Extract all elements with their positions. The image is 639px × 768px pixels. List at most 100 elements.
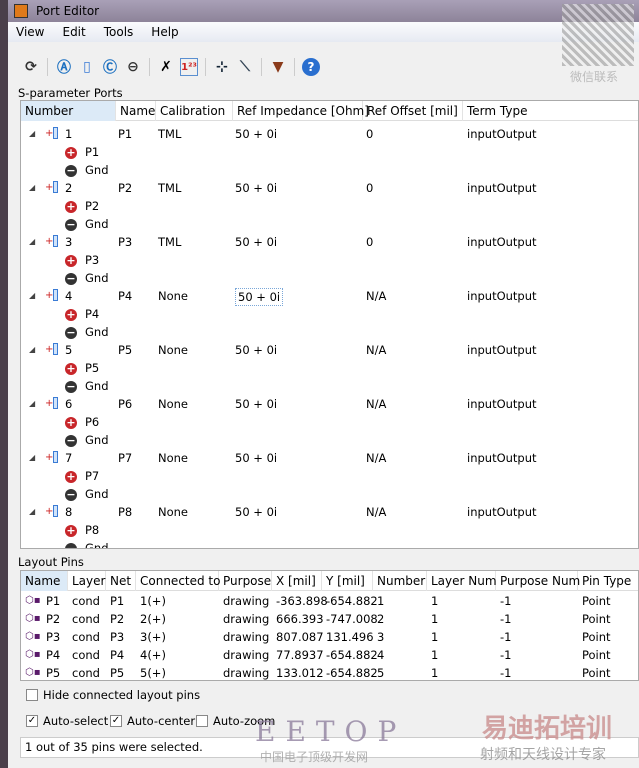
menu-edit[interactable]: Edit [54,25,95,39]
column-header-purpose-num[interactable]: Purpose Num [496,571,580,591]
table-row[interactable]: ⬡▪ P3 cond P3 3(+) drawing 807.087 131.496 3 1 -1 P… [21,628,638,646]
pin-cell: Point [582,612,611,626]
qr-watermark-text: 微信联系 [570,70,619,84]
separator [47,58,48,76]
checkbox-box[interactable]: ✓ [26,715,38,727]
column-header-number[interactable]: Number [373,571,427,591]
port-minus-terminal: − Gnd [21,161,638,179]
port-row[interactable]: ◢ +6 P6 None 50 + 0i N/A inputOutput [21,395,638,413]
pin-cell: drawing [223,612,270,626]
pin-cell: cond [72,630,100,644]
column-header-ref-offset-mil-[interactable]: Ref Offset [mil] [363,101,463,121]
expand-toggle-icon[interactable]: ◢ [29,449,35,467]
table-row[interactable]: ⬡▪ P5 cond P5 5(+) drawing 133.012 -654.882 5 1 -1… [21,664,638,680]
hide-connected-checkbox[interactable]: Hide connected layout pins [26,688,200,702]
auto-center-checkbox[interactable]: ✓ Auto-center [110,714,195,728]
checkbox-box[interactable]: ✓ [110,715,122,727]
pin-cell: 4(+) [140,648,166,662]
port-impedance: 50 + 0i [235,451,278,465]
pin-cell: drawing [223,630,270,644]
checkbox-box[interactable] [26,689,38,701]
port-row[interactable]: ◢ +3 P3 TML 50 + 0i 0 inputOutput [21,233,638,251]
port-offset: 0 [366,181,374,195]
renumber-icon[interactable]: 1²³ [180,58,198,76]
column-header-y-mil-[interactable]: Y [mil] [322,571,373,591]
port-name: P4 [118,289,133,303]
table-row[interactable]: ⬡▪ P1 cond P1 1(+) drawing -363.898 -654.882 1 1-… [21,592,638,610]
expand-toggle-icon[interactable]: ◢ [29,125,35,143]
port-impedance: 50 + 0i [235,343,278,357]
column-header-pin-type[interactable]: Pin Type [578,571,638,591]
menu-view[interactable]: View [8,25,54,39]
port-row[interactable]: ◢ +1 P1 TML 50 + 0i 0 inputOutput [21,125,638,143]
pin-cell: P3 [110,630,125,644]
add-pin-icon[interactable]: ⊹ [213,58,231,76]
eetop-watermark-sub: 中国电子顶级开发网 [260,750,369,764]
add-port-icon[interactable]: ▯ [78,58,96,76]
add-port-c-icon[interactable]: Ⓒ [101,58,119,76]
expand-toggle-icon[interactable]: ◢ [29,287,35,305]
add-port-a-icon[interactable]: Ⓐ [55,58,73,76]
sparam-ports-table[interactable]: Number Name Calibration Ref Impedance [Ohm]… [20,100,639,549]
port-minus-terminal: − Gnd [21,539,638,548]
port-offset: N/A [366,343,387,357]
checkbox-box[interactable] [196,715,208,727]
delete-icon[interactable]: ✗ [157,58,175,76]
auto-select-checkbox[interactable]: ✓ Auto-select [26,714,108,728]
port-term: inputOutput [467,451,537,465]
filter-icon[interactable]: ▼ [269,58,287,76]
terminal-name: Gnd [85,163,109,177]
port-impedance: 50 + 0i [235,505,278,519]
pin-cell: 1 [377,594,385,608]
port-row[interactable]: ◢ +8 P8 None 50 + 0i N/A inputOutput [21,503,638,521]
pin-cell: -1 [500,630,512,644]
port-number: 7 [65,451,73,465]
pin-cell: P1 [46,594,61,608]
port-minus-terminal: − Gnd [21,215,638,233]
remove-pin-icon[interactable]: ⟍ [236,58,254,76]
port-row[interactable]: ◢ +5 P5 None 50 + 0i N/A inputOutput [21,341,638,359]
port-row[interactable]: ◢ +2 P2 TML 50 + 0i 0 inputOutput [21,179,638,197]
expand-toggle-icon[interactable]: ◢ [29,341,35,359]
column-header-net[interactable]: Net [106,571,136,591]
column-header-layer-num[interactable]: Layer Num [427,571,497,591]
pin-cell: 1 [431,594,439,608]
column-header-term-type[interactable]: Term Type [463,101,638,121]
port-plus-terminal: + P7 [21,467,638,485]
column-header-number[interactable]: Number [21,101,116,121]
expand-toggle-icon[interactable]: ◢ [29,395,35,413]
minus-icon: − [65,325,77,339]
pin-cell: drawing [223,648,270,662]
expand-toggle-icon[interactable]: ◢ [29,179,35,197]
column-header-connected-to[interactable]: Connected to [136,571,220,591]
table-row[interactable]: ⬡▪ P4 cond P4 4(+) drawing 77.8937 -654.882 4 1 -1… [21,646,638,664]
port-impedance[interactable]: 50 + 0i [235,288,284,306]
expand-toggle-icon[interactable]: ◢ [29,233,35,251]
port-term: inputOutput [467,235,537,249]
column-header-calibration[interactable]: Calibration [156,101,233,121]
pin-icon: ⬡▪ [25,631,41,642]
port-row[interactable]: ◢ +4 P4 None 50 + 0i N/A inputOutput [21,287,638,306]
menu-help[interactable]: Help [143,25,188,39]
remove-port-icon[interactable]: ⊖ [124,58,142,76]
column-header-name[interactable]: Name [116,101,156,121]
pin-cell: -1 [500,666,512,680]
help-icon[interactable]: ? [302,58,320,76]
pin-cell: 1(+) [140,594,166,608]
column-header-name[interactable]: Name [21,571,68,591]
menu-tools[interactable]: Tools [96,25,144,39]
column-header-ref-impedance-ohm-[interactable]: Ref Impedance [Ohm] [233,101,369,121]
refresh-icon[interactable]: ⟳ [22,58,40,76]
port-minus-terminal: − Gnd [21,485,638,503]
layout-pins-table[interactable]: Name Layer Net Connected to Purpose X [mil] Y … [20,570,639,681]
column-header-purpose[interactable]: Purpose [219,571,272,591]
port-term: inputOutput [467,181,537,195]
table-row[interactable]: ⬡▪ P2 cond P2 2(+) drawing 666.393 -747.008 2 1 -1… [21,610,638,628]
terminal-name: P7 [85,469,100,483]
column-header-layer[interactable]: Layer [68,571,106,591]
expand-toggle-icon[interactable]: ◢ [29,503,35,521]
layout-pins-label: Layout Pins [18,555,84,569]
column-header-x-mil-[interactable]: X [mil] [272,571,322,591]
pin-cell: 1 [431,630,439,644]
port-row[interactable]: ◢ +7 P7 None 50 + 0i N/A inputOutput [21,449,638,467]
